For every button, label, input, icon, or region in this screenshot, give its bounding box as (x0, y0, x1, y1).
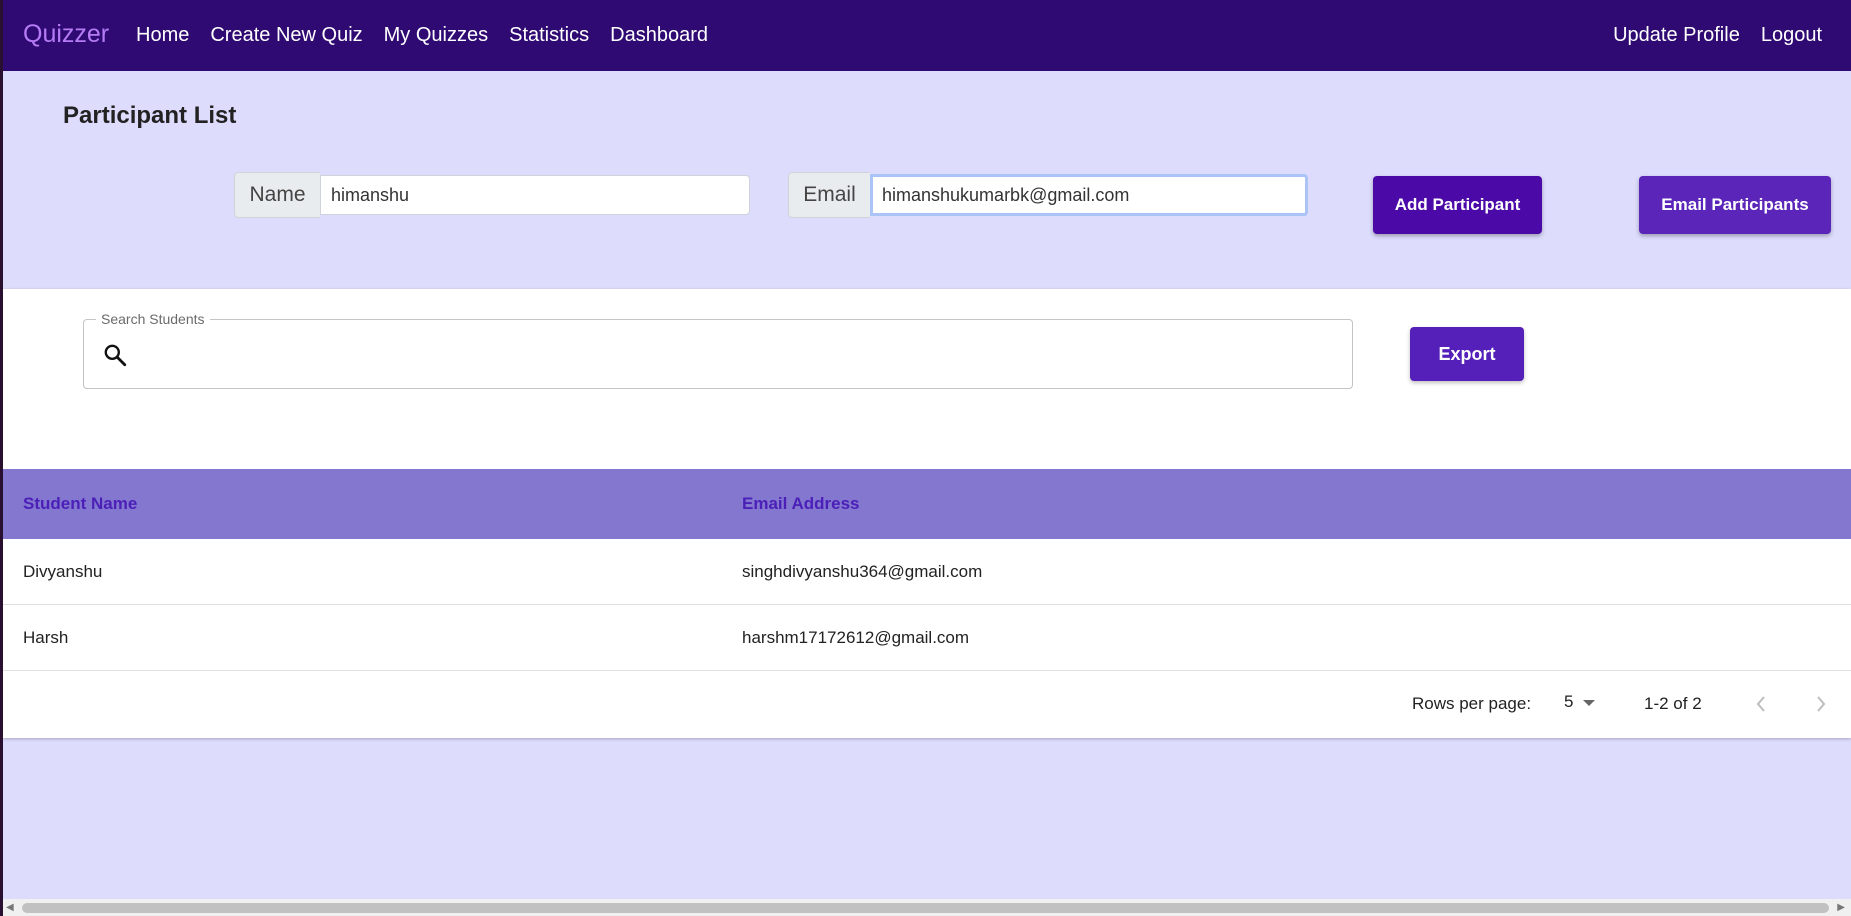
nav-link-create-new-quiz[interactable]: Create New Quiz (210, 24, 362, 47)
email-address-cell: harshm17172612@gmail.com (742, 628, 970, 647)
add-participant-button[interactable]: Add Participant (1373, 176, 1542, 234)
navbar: Quizzer Home Create New Quiz My Quizzes … (0, 0, 1851, 71)
scrollbar-thumb[interactable] (22, 903, 1829, 913)
table-row[interactable]: Harsh harshm17172612@gmail.com (3, 605, 1851, 671)
email-input-group: Email (788, 172, 1308, 218)
chevron-left-icon (1756, 696, 1765, 712)
participants-card: Search Students Export Student Name Emai… (3, 289, 1851, 738)
nav-link-dashboard[interactable]: Dashboard (610, 24, 708, 47)
email-participants-button[interactable]: Email Participants (1639, 176, 1831, 234)
search-icon (104, 344, 127, 367)
nav-links: Home Create New Quiz My Quizzes Statisti… (136, 24, 729, 47)
column-header-student-name[interactable]: Student Name (23, 494, 137, 514)
table-pagination: Rows per page: 5 1-2 of 2 (3, 672, 1851, 738)
rows-per-page-label: Rows per page: (1412, 694, 1532, 713)
window-edge (0, 0, 3, 916)
column-header-email-address[interactable]: Email Address (742, 494, 859, 514)
rows-per-page-value: 5 (1564, 692, 1574, 711)
student-name-cell: Divyanshu (23, 562, 103, 581)
email-label: Email (788, 172, 870, 218)
search-students-input[interactable] (144, 336, 1334, 372)
previous-page-button[interactable] (1747, 690, 1775, 718)
page-title: Participant List (63, 102, 237, 129)
pagination-range: 1-2 of 2 (1644, 694, 1702, 713)
email-address-cell: singhdivyanshu364@gmail.com (742, 562, 983, 581)
table-header: Student Name Email Address (3, 469, 1851, 539)
next-page-button[interactable] (1807, 690, 1835, 718)
nav-link-home[interactable]: Home (136, 24, 189, 47)
nav-link-statistics[interactable]: Statistics (509, 24, 589, 47)
email-field[interactable] (870, 174, 1308, 216)
scroll-left-icon[interactable]: ◀ (6, 902, 14, 913)
name-input-group: Name (234, 172, 750, 218)
table-row[interactable]: Divyanshu singhdivyanshu364@gmail.com (3, 539, 1851, 605)
student-name-cell: Harsh (23, 628, 69, 647)
rows-per-page-select[interactable]: 5 (1564, 692, 1596, 712)
caret-down-icon (1583, 700, 1596, 706)
horizontal-scrollbar[interactable]: ◀ ▶ (0, 899, 1851, 916)
scroll-right-icon[interactable]: ▶ (1837, 902, 1845, 913)
name-field[interactable] (320, 175, 750, 215)
nav-link-logout[interactable]: Logout (1761, 24, 1822, 47)
chevron-right-icon (1817, 696, 1826, 712)
search-students-label: Search Students (96, 311, 210, 327)
name-label: Name (234, 172, 320, 218)
nav-right-links: Update Profile Logout (1592, 24, 1822, 47)
nav-link-my-quizzes[interactable]: My Quizzes (384, 24, 488, 47)
search-students-box: Search Students (83, 311, 1353, 389)
export-button[interactable]: Export (1410, 327, 1524, 381)
brand-logo[interactable]: Quizzer (23, 20, 109, 49)
nav-link-update-profile[interactable]: Update Profile (1613, 24, 1740, 47)
